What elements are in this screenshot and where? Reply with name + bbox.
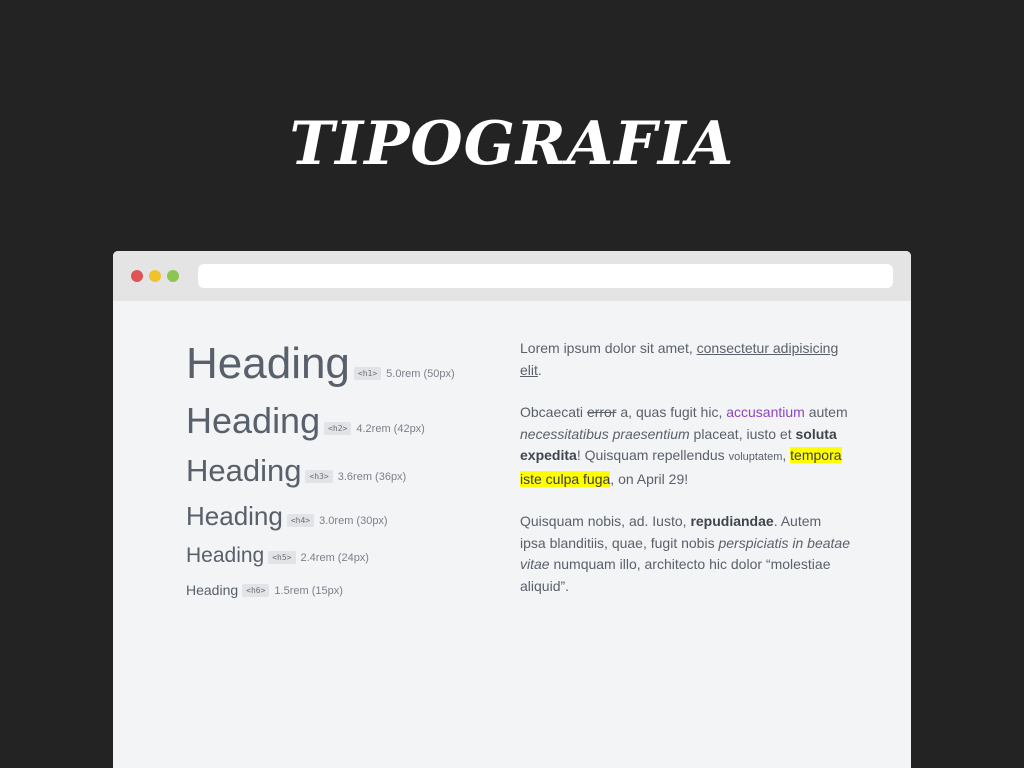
size-label: 1.5rem (15px) [274,584,343,597]
text-run: Obcaecati [520,404,587,420]
text-run: Lorem ipsum dolor sit amet, [520,340,697,356]
colored-link[interactable]: accusantium [726,404,805,420]
tag-badge: <h1> [353,367,382,381]
heading-sample-h1: Heading <h1> 5.0rem (50px) [186,339,455,389]
italic-text: necessitatibus praesentium [520,425,690,442]
size-label: 2.4rem (24px) [300,551,369,564]
tag-badge: <h2> [324,422,352,436]
text-run: autem [804,404,848,420]
text-run: placeat, iusto et [689,425,796,442]
body-text-sample: Lorem ipsum dolor sit amet, consectetur … [520,338,850,618]
bold-text: repudiandae [690,513,774,529]
size-label: 3.0rem (30px) [319,514,388,527]
size-label: 5.0rem (50px) [386,367,455,380]
small-text: voluptatem [728,451,783,463]
paragraph-2: Obcaecati error a, quas fugit hic, accus… [520,402,850,490]
text-run: a, quas fugit hic, [616,404,727,420]
heading-text: Heading [186,339,350,388]
heading-text: Heading [186,400,321,441]
browser-toolbar [113,251,911,301]
size-label: 4.2rem (42px) [356,422,425,435]
minimize-window-button[interactable] [149,270,161,282]
page-content: Heading <h1> 5.0rem (50px) Heading <h2> 4.2r… [113,301,911,768]
paragraph-1: Lorem ipsum dolor sit amet, consectetur … [520,338,850,381]
text-run: , on April 29! [610,470,689,487]
heading-text: Heading [186,453,302,488]
browser-window: Heading <h1> 5.0rem (50px) Heading <h2> 4.2r… [113,251,911,768]
paragraph-3: Quisquam nobis, ad. Iusto, repudiandae. … [520,511,850,597]
maximize-window-button[interactable] [167,270,179,282]
tag-badge: <h4> [286,514,315,528]
tag-badge: <h6> [242,584,270,598]
strikethrough-text: error [586,404,617,420]
heading-text: Heading [186,544,265,567]
address-bar[interactable] [198,264,893,288]
text-run: , [782,447,791,463]
close-window-button[interactable] [131,270,143,282]
text-run: ! Quisquam repellendus [576,447,729,463]
slide-title: TIPOGRAFIA [289,109,735,179]
text-run: numquam illo, architecto hic dolor “mole… [520,556,831,594]
heading-sample-h3: Heading <h3> 3.6rem (36px) [186,453,406,489]
tag-badge: <h3> [305,470,333,484]
text-run: Quisquam nobis, ad. Iusto, [520,513,691,529]
heading-sample-h2: Heading <h2> 4.2rem (42px) [186,400,425,442]
heading-sample-h4: Heading <h4> 3.0rem (30px) [186,501,388,532]
text-run: . [537,361,542,378]
heading-sample-h5: Heading <h5> 2.4rem (24px) [186,544,369,568]
tag-badge: <h5> [268,551,296,565]
size-label: 3.6rem (36px) [337,470,407,483]
heading-sample-h6: Heading <h6> 1.5rem (15px) [186,582,343,600]
heading-text: Heading [186,582,239,598]
heading-text: Heading [186,501,283,531]
